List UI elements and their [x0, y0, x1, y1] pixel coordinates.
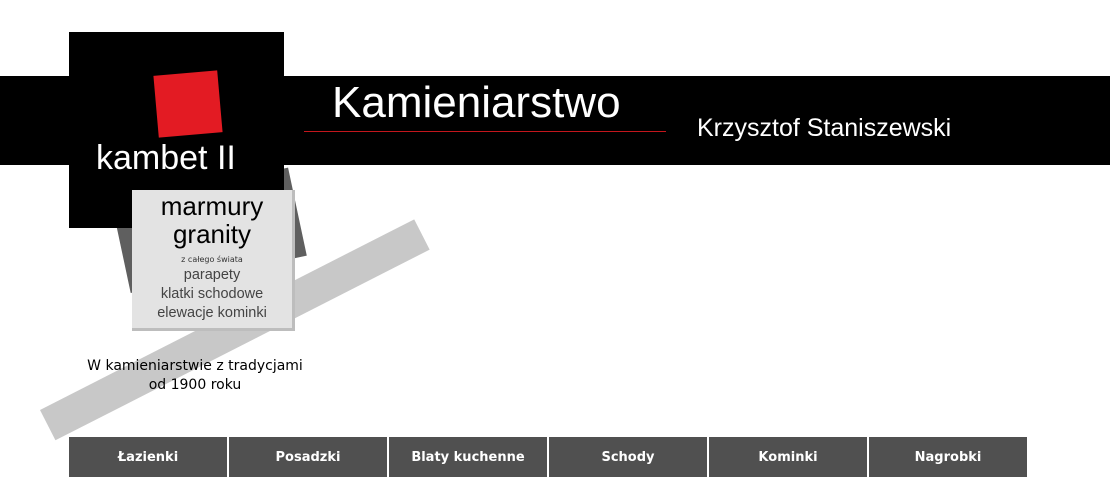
tagline-line2: od 1900 roku — [148, 377, 242, 393]
offer-box: marmury granity z całego świata parapety… — [132, 190, 295, 331]
offer-item-sills: parapety — [183, 267, 241, 283]
nav-item-schody[interactable]: Schody — [549, 437, 709, 477]
offer-granite: granity — [172, 219, 252, 249]
offer-item-facades: elewacje kominki — [157, 305, 267, 321]
page-title: Kamieniarstwo — [332, 78, 621, 127]
nav-item-posadzki[interactable]: Posadzki — [229, 437, 389, 477]
owner-name: Krzysztof Staniszewski — [697, 114, 952, 142]
logo-brand-text: kambet II — [96, 139, 236, 177]
nav-item-nagrobki[interactable]: Nagrobki — [869, 437, 1027, 477]
page: Kamieniarstwo Krzysztof Staniszewski kam… — [0, 0, 1110, 500]
nav-item-lazienki[interactable]: Łazienki — [69, 437, 229, 477]
main-nav: Łazienki Posadzki Blaty kuchenne Schody … — [69, 437, 1027, 477]
offer-marble: marmury — [160, 191, 264, 221]
logo-red-square — [153, 70, 223, 138]
tagline: W kamieniarstwie z tradycjami od 1900 ro… — [80, 357, 310, 395]
offer-origin: z całego świata — [181, 255, 243, 264]
title-underline — [304, 131, 666, 132]
nav-item-blaty-kuchenne[interactable]: Blaty kuchenne — [389, 437, 549, 477]
tagline-line1: W kamieniarstwie z tradycjami — [87, 358, 303, 374]
nav-item-kominki[interactable]: Kominki — [709, 437, 869, 477]
offer-item-stairs: klatki schodowe — [160, 286, 264, 302]
